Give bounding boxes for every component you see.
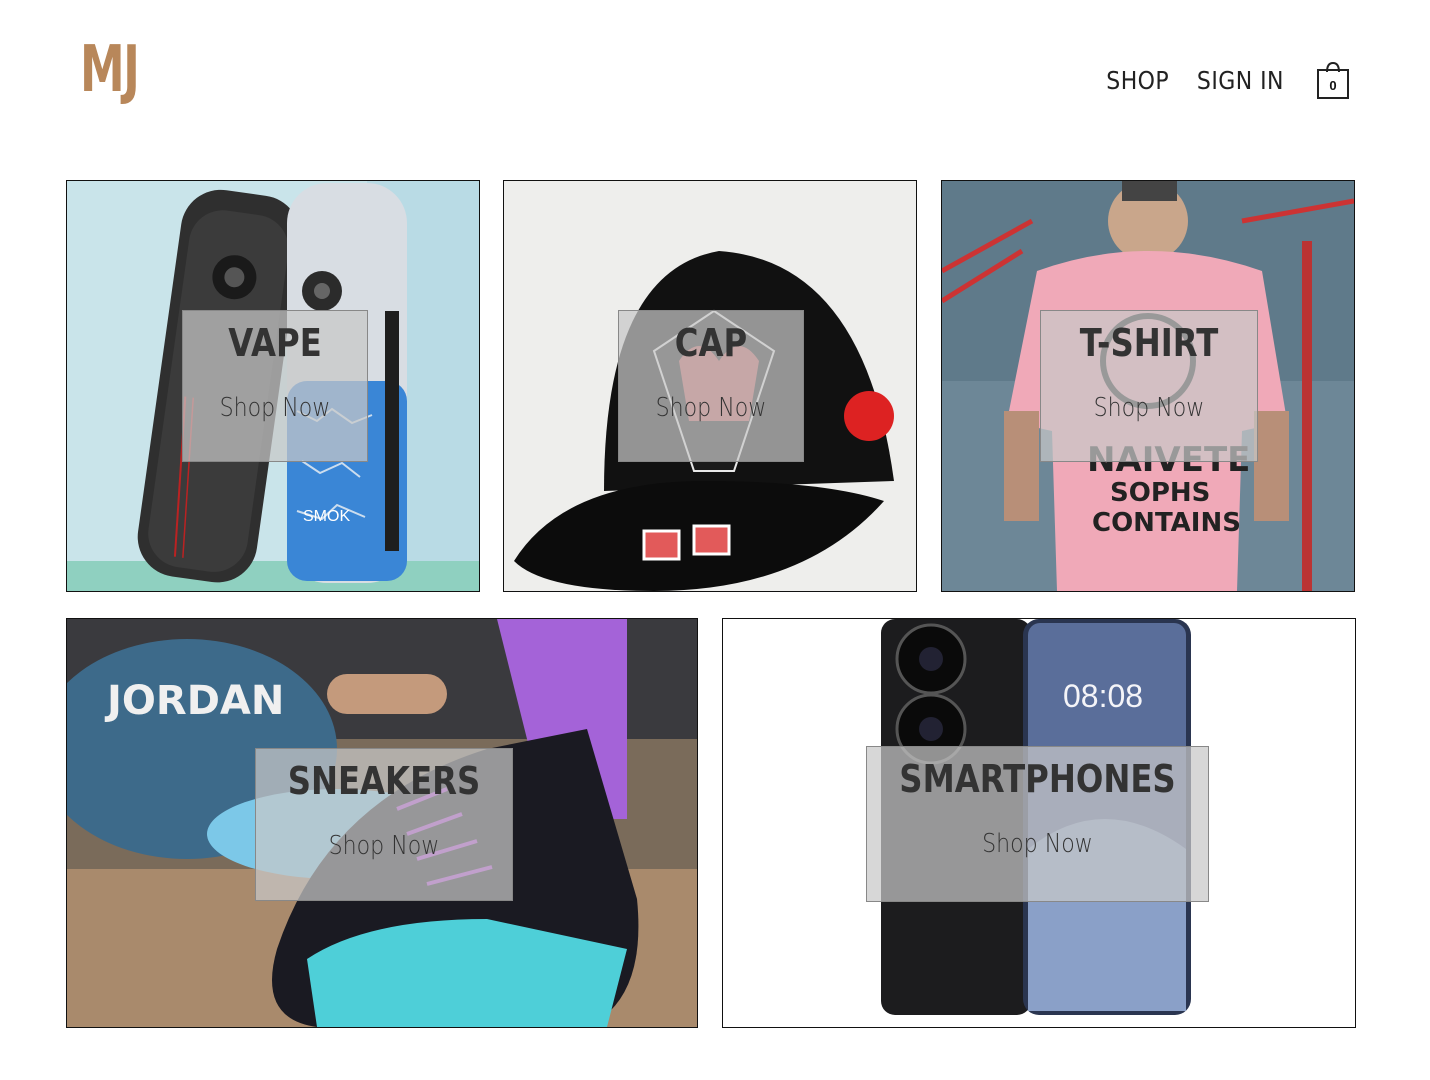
category-title: SMARTPHONES <box>899 757 1176 801</box>
shop-now-link[interactable]: Shop Now <box>1057 393 1241 423</box>
category-title: VAPE <box>228 321 322 365</box>
category-title: T-SHIRT <box>1079 321 1219 365</box>
category-overlay-tshirt: T-SHIRT Shop Now <box>1040 310 1258 462</box>
category-overlay-sneakers: SNEAKERS Shop Now <box>255 748 513 901</box>
category-tile-sneakers[interactable]: JORDAN SNEAKERS Shop Now <box>66 618 698 1028</box>
shop-now-link[interactable]: Shop Now <box>275 831 493 861</box>
phone-screen-time: 08:08 <box>1063 678 1143 714</box>
nav-signin-link[interactable]: SIGN IN <box>1197 66 1284 95</box>
category-overlay-smartphones: SMARTPHONES Shop Now <box>866 746 1209 902</box>
category-overlay-vape: VAPE Shop Now <box>182 310 368 462</box>
ball-text: JORDAN <box>104 678 284 724</box>
shirt-print-line2: SOPHS <box>1110 478 1210 508</box>
top-nav: SHOP SIGN IN 0 <box>1084 60 1350 100</box>
shop-now-link[interactable]: Shop Now <box>633 393 789 423</box>
category-tile-smartphones[interactable]: 08:08 SMARTPHONES Shop Now <box>722 618 1356 1028</box>
cart-count: 0 <box>1329 78 1337 93</box>
cart-button[interactable]: 0 <box>1316 60 1350 100</box>
category-title: SNEAKERS <box>287 759 481 803</box>
shirt-print-line3: CONTAINS <box>1092 508 1241 538</box>
shop-now-link[interactable]: Shop Now <box>197 393 353 423</box>
category-overlay-cap: CAP Shop Now <box>618 310 804 462</box>
shop-now-link[interactable]: Shop Now <box>893 829 1183 859</box>
category-title: CAP <box>674 321 748 365</box>
category-tile-vape[interactable]: SMOK VAPE Shop Now <box>66 180 480 592</box>
nav-shop-link[interactable]: SHOP <box>1106 66 1169 95</box>
vape-brand-text: SMOK <box>303 508 350 525</box>
logo[interactable]: MJ <box>80 38 140 102</box>
category-tile-cap[interactable]: CAP Shop Now <box>503 180 917 592</box>
category-tile-tshirt[interactable]: NAIVETE SOPHS CONTAINS T-SHIRT Shop Now <box>941 180 1355 592</box>
